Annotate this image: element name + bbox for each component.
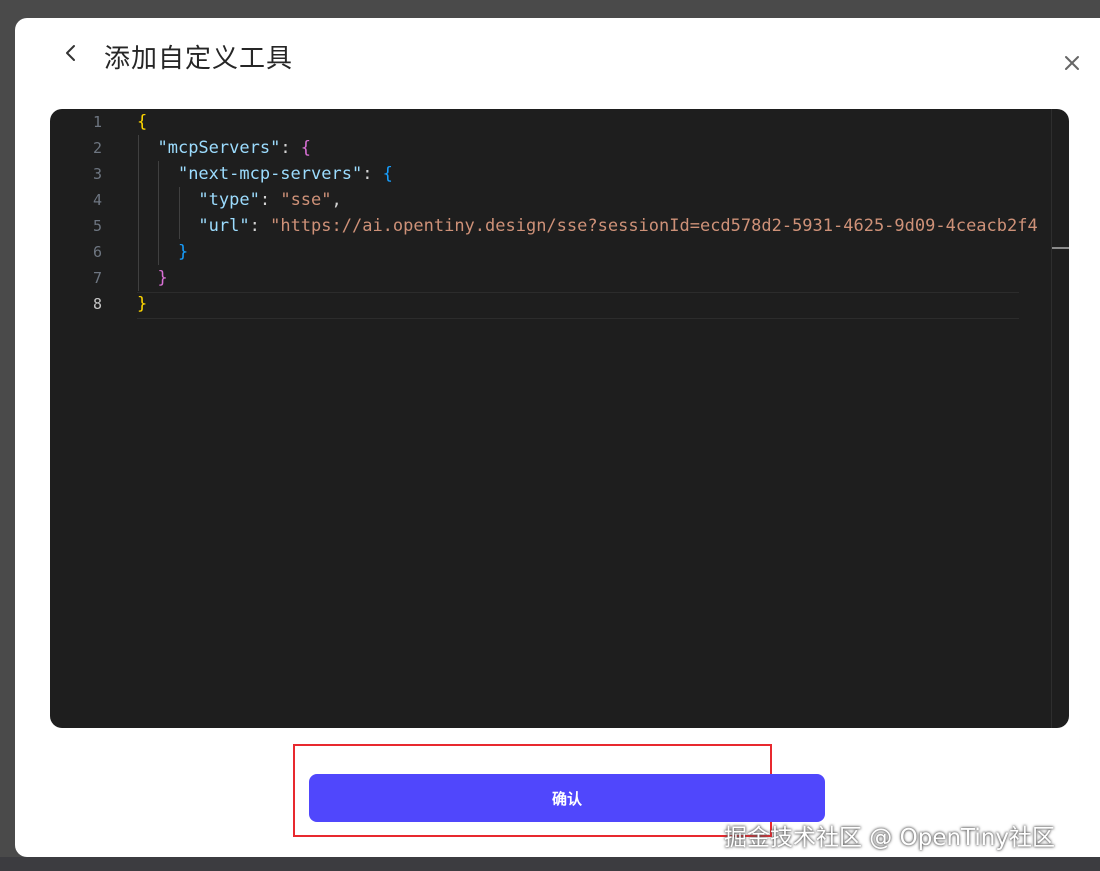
line-number: 5 — [92, 217, 102, 235]
close-icon — [1063, 54, 1081, 76]
code-token: "mcpServers" — [157, 138, 281, 158]
code-token: : — [249, 216, 271, 236]
json-code-editor[interactable]: 1 2 3 4 5 6 7 8 { "mcpServers": { "next-mcp-ser… — [50, 109, 1069, 728]
line-number: 6 — [92, 243, 102, 261]
back-button[interactable] — [58, 40, 84, 70]
code-token: { — [137, 112, 148, 132]
code-token: : — [362, 164, 383, 184]
code-token: { — [382, 164, 393, 184]
line-number: 2 — [92, 139, 102, 157]
line-number: 3 — [92, 165, 102, 183]
code-line: "mcpServers": { — [137, 135, 311, 161]
background-strip — [0, 857, 1100, 871]
code-token: } — [137, 294, 148, 314]
code-token: "next-mcp-servers" — [177, 164, 363, 184]
line-number: 1 — [92, 113, 102, 131]
code-token: "https://ai.opentiny.design/sse?sessionI… — [270, 216, 1038, 236]
code-token: : — [280, 138, 301, 158]
code-token: "url" — [198, 216, 250, 236]
code-token: "sse" — [280, 190, 332, 210]
code-line: } — [137, 239, 188, 265]
line-number: 8 — [92, 295, 102, 313]
current-line-highlight — [137, 292, 1019, 319]
code-line: } — [137, 291, 147, 317]
close-button[interactable] — [1060, 53, 1084, 77]
code-token: } — [157, 268, 168, 288]
code-line: { — [137, 109, 147, 135]
watermark: 掘金技术社区 @ OpenTiny社区 — [724, 825, 1055, 851]
line-number: 4 — [92, 191, 102, 209]
code-token: { — [300, 138, 312, 158]
code-line: } — [137, 265, 168, 291]
code-token: } — [177, 242, 189, 262]
code-line: "next-mcp-servers": { — [137, 161, 393, 187]
vertical-scrollbar[interactable] — [1051, 109, 1052, 728]
code-line: "type": "sse", — [137, 187, 342, 213]
dialog-title: 添加自定义工具 — [104, 44, 294, 74]
overview-ruler-mark — [1052, 247, 1069, 249]
code-token: "type" — [198, 190, 260, 210]
line-number: 7 — [92, 269, 102, 287]
chevron-left-icon — [64, 44, 78, 66]
line-number-gutter: 1 2 3 4 5 6 7 8 — [50, 109, 120, 728]
code-line: "url": "https://ai.opentiny.design/sse?s… — [137, 213, 1038, 239]
confirm-button[interactable]: 确认 — [309, 774, 825, 822]
code-token: , — [331, 190, 342, 210]
code-token: : — [259, 190, 281, 210]
